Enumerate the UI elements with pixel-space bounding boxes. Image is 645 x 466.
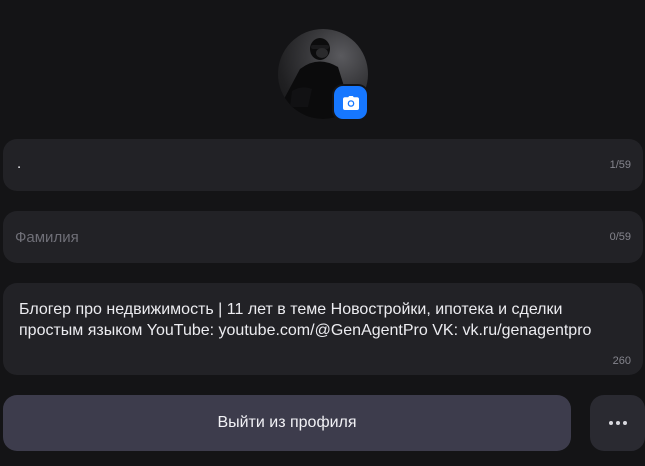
last-name-counter: 0/59 xyxy=(609,231,631,243)
bio-counter: 260 xyxy=(612,355,631,367)
first-name-value: . xyxy=(17,155,22,172)
bio-field[interactable]: Блогер про недвижимость | 11 лет в теме … xyxy=(3,283,643,375)
bio-value: Блогер про недвижимость | 11 лет в теме … xyxy=(19,301,592,339)
first-name-field[interactable]: . 1/59 xyxy=(3,139,643,191)
first-name-counter: 1/59 xyxy=(609,159,631,171)
camera-icon xyxy=(342,95,359,110)
dot xyxy=(608,421,613,425)
logout-label: Выйти из профиля xyxy=(217,414,357,431)
avatar-container[interactable] xyxy=(278,29,368,119)
logout-button[interactable]: Выйти из профиля xyxy=(3,395,571,451)
dot xyxy=(622,421,627,425)
last-name-placeholder: Фамилия xyxy=(15,229,79,246)
change-photo-button[interactable] xyxy=(334,86,367,119)
more-horizontal-icon xyxy=(608,421,627,425)
more-options-button[interactable] xyxy=(590,395,645,451)
dot xyxy=(615,421,620,425)
last-name-field[interactable]: Фамилия 0/59 xyxy=(3,211,643,263)
